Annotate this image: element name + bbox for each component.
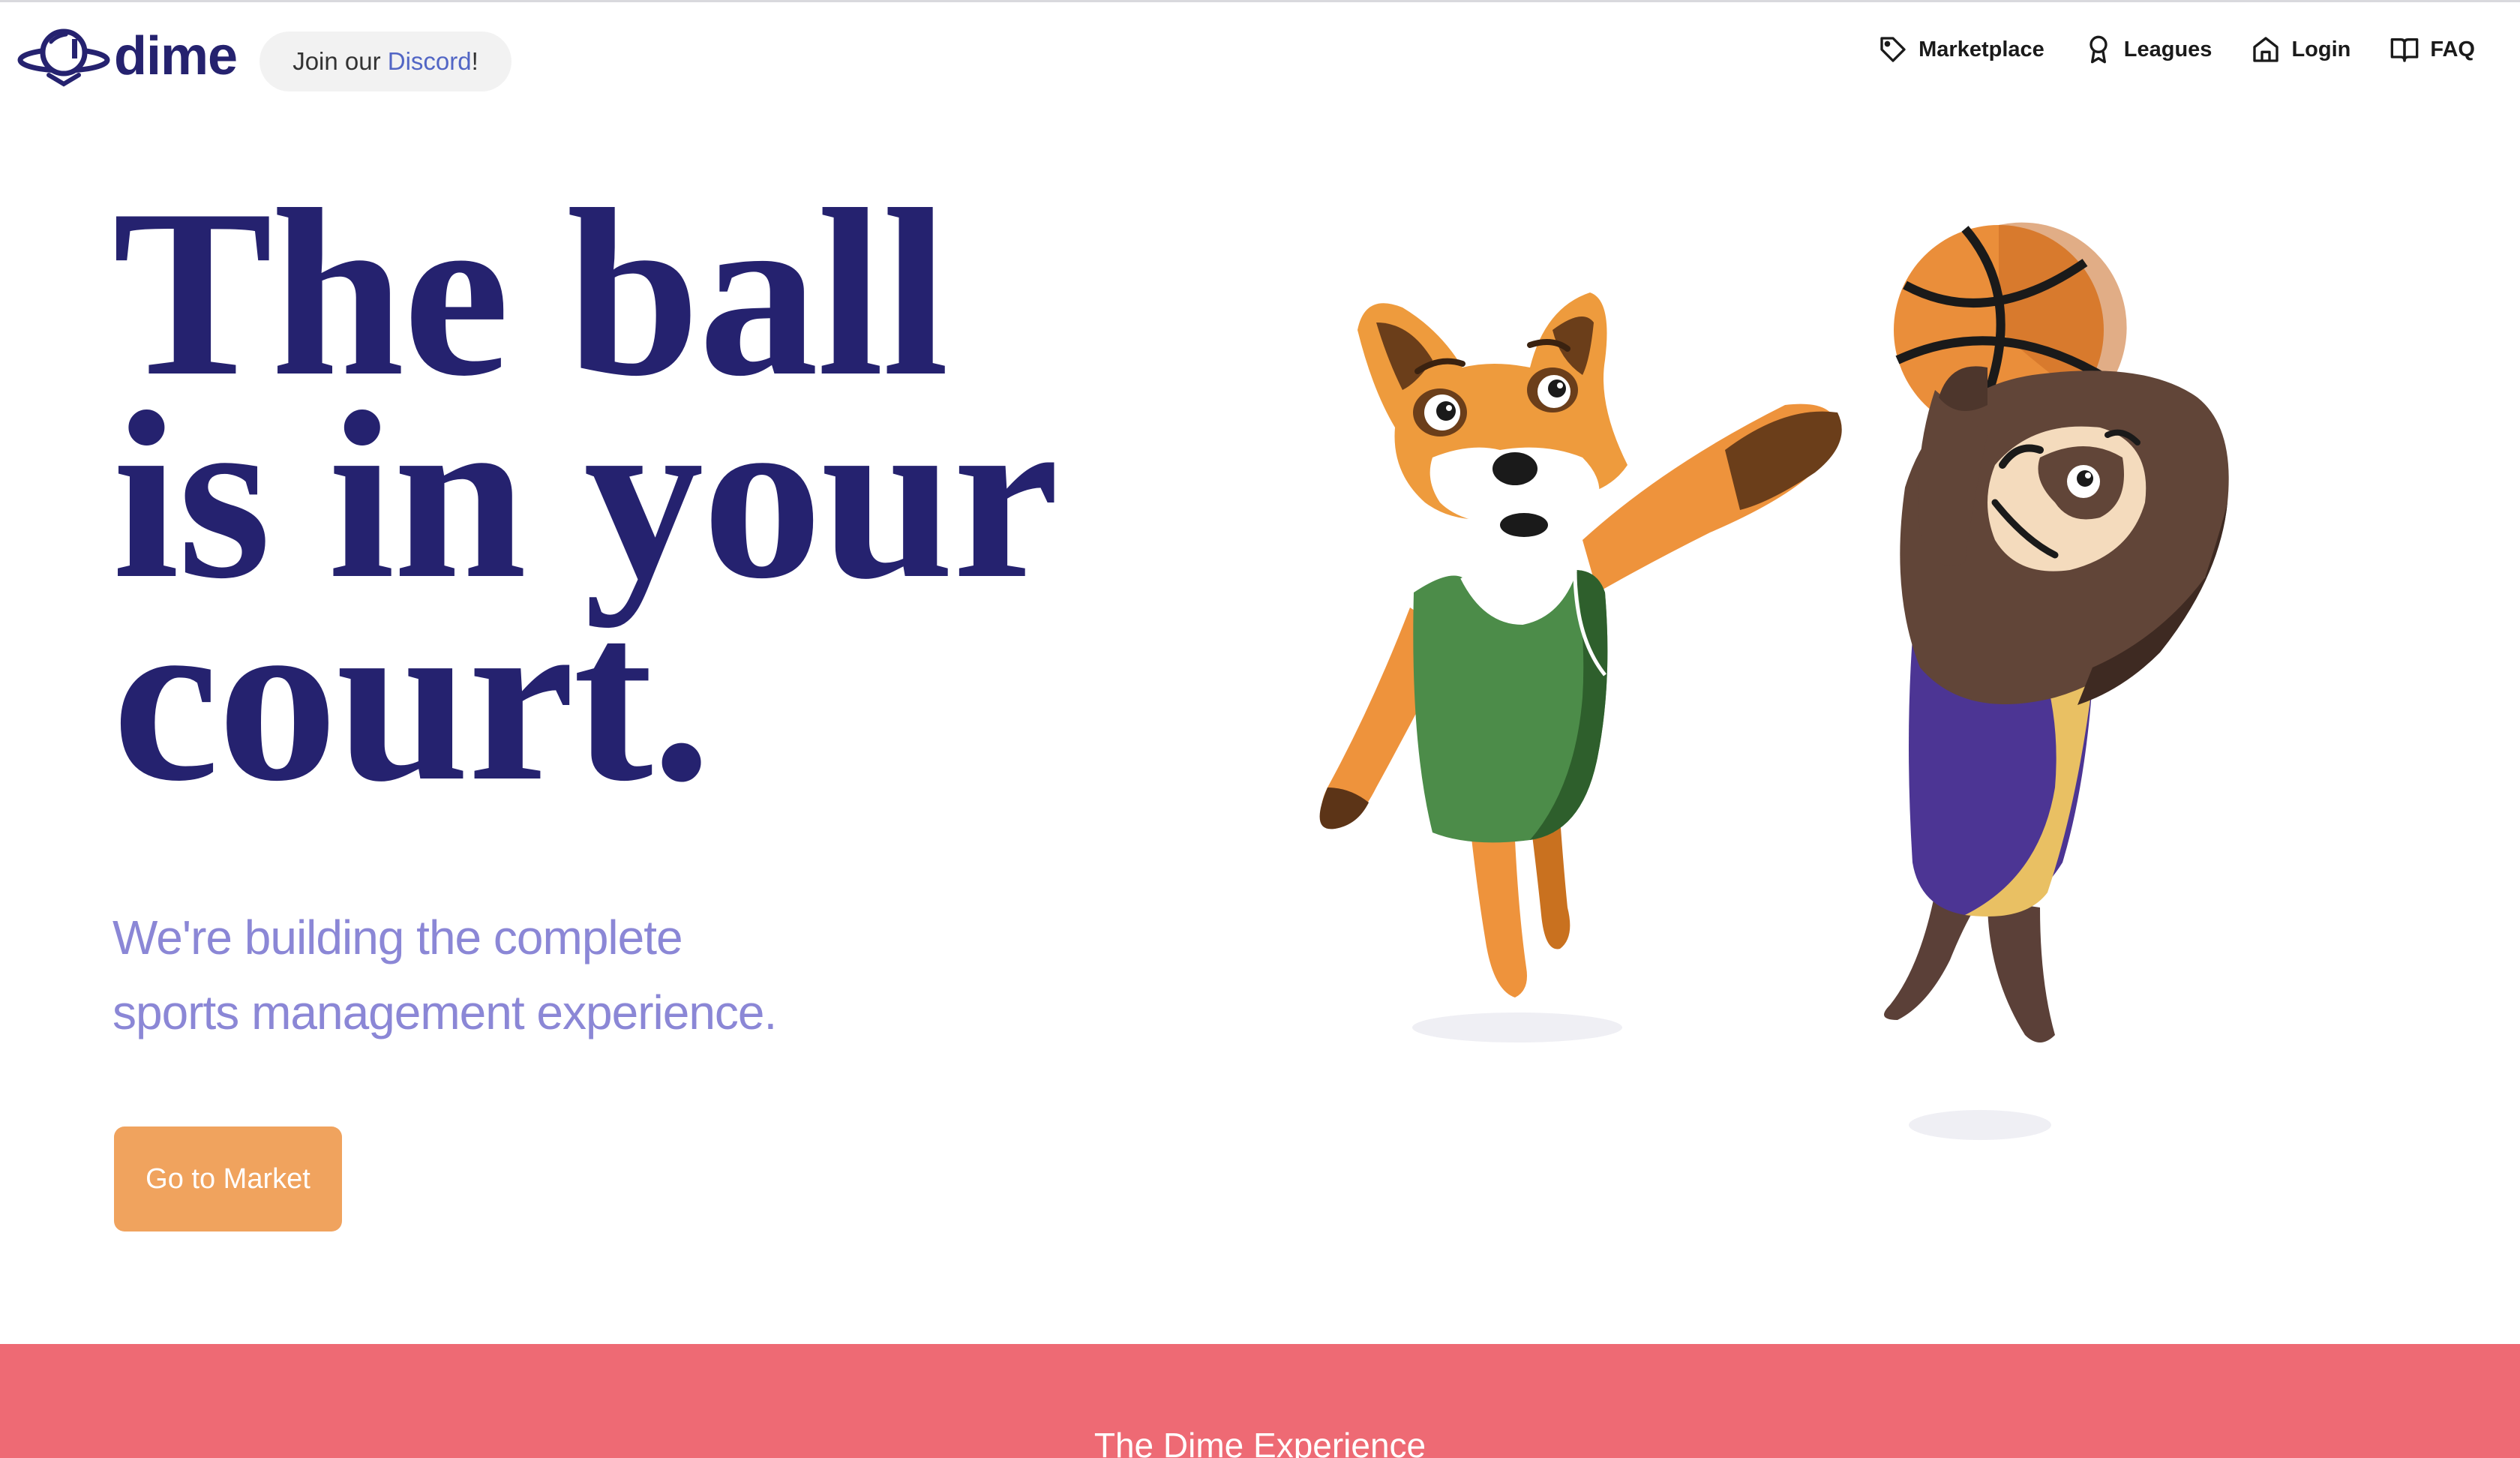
- experience-section-title: The Dime Experience: [1094, 1426, 1426, 1458]
- discord-link[interactable]: Discord: [388, 47, 472, 76]
- nav-login-label: Login: [2291, 37, 2351, 62]
- home-icon: [2253, 37, 2279, 62]
- nav-marketplace[interactable]: Marketplace: [1878, 34, 2044, 64]
- top-border: [0, 0, 2520, 2]
- nav-login[interactable]: Login: [2251, 34, 2350, 64]
- experience-section: The Dime Experience: [0, 1344, 2520, 1458]
- dime-logo-icon: [17, 28, 110, 87]
- hero-subtitle-line-1: We're building the complete: [112, 910, 683, 964]
- fox-character: [1319, 292, 1842, 998]
- discord-banner: Join our Discord!: [260, 32, 512, 92]
- hero-subtitle-line-2: sports management experience.: [112, 986, 777, 1040]
- book-icon: [2391, 38, 2419, 62]
- nav-faq[interactable]: FAQ: [2390, 34, 2475, 64]
- brand-name: dime: [114, 26, 238, 86]
- nav-leagues-label: Leagues: [2123, 37, 2212, 62]
- go-to-market-button[interactable]: Go to Market: [114, 1126, 342, 1232]
- sloth-shadow: [1909, 1110, 2051, 1140]
- discord-suffix: !: [471, 47, 478, 75]
- basketball-illustration: [1319, 222, 2229, 1140]
- main-nav: Marketplace Leagues Login FAQ: [1839, 30, 2475, 69]
- discord-prefix: Join our: [292, 47, 381, 75]
- nav-leagues[interactable]: Leagues: [2084, 34, 2212, 64]
- hero-title: The ball is in your court.: [112, 173, 1088, 818]
- fox-shadow: [1412, 1012, 1622, 1042]
- nav-faq-label: FAQ: [2430, 37, 2475, 62]
- tag-icon: [1880, 37, 1906, 62]
- award-icon: [2090, 35, 2108, 64]
- hero-subtitle: We're building the complete sports manag…: [112, 900, 862, 1050]
- sloth-character: [1884, 366, 2229, 1042]
- nav-marketplace-label: Marketplace: [1918, 37, 2044, 62]
- brand-logo[interactable]: dime: [15, 22, 238, 90]
